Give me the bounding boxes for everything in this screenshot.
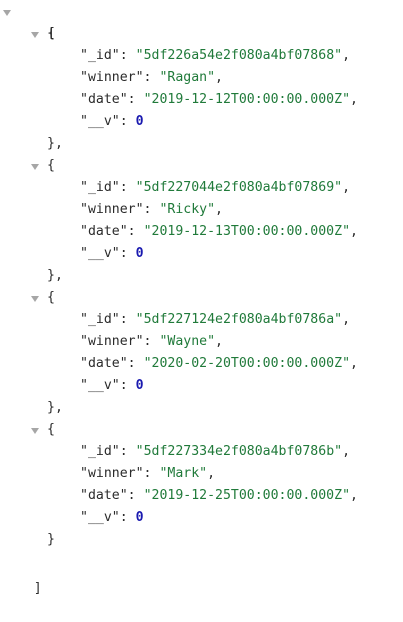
record-field-winner: "winner": "Ricky", <box>80 202 223 217</box>
record-v-value: 0 <box>135 510 144 525</box>
collapse-record-toggle-icon[interactable] <box>31 164 39 170</box>
record-date-value: 2020-02-20T00:00:00.000Z <box>151 356 343 371</box>
record-date-value: 2019-12-12T00:00:00.000Z <box>151 92 343 107</box>
record-id-value: 5df227124e2f080a4bf0786a <box>143 312 335 327</box>
record-winner-value: Ragan <box>167 70 208 85</box>
record-field-winner: "winner": "Ragan", <box>80 70 223 85</box>
record-id-value: 5df227044e2f080a4bf07869 <box>143 180 335 195</box>
root-array-open: [ <box>16 1 56 41</box>
record-field-winner: "winner": "Mark", <box>80 466 216 481</box>
record-date-value: 2019-12-25T00:00:00.000Z <box>151 488 343 503</box>
record-field-v: "__v": 0 <box>80 114 144 129</box>
collapse-root-toggle-icon[interactable] <box>3 10 11 16</box>
record-id-value: 5df227334e2f080a4bf0786b <box>143 444 335 459</box>
record-open: { <box>47 158 55 173</box>
record-close: }, <box>47 268 63 283</box>
record-field-v: "__v": 0 <box>80 246 144 261</box>
record-field-id: "_id": "5df226a54e2f080a4bf07868", <box>80 48 351 63</box>
record-field-date: "date": "2019-12-13T00:00:00.000Z", <box>80 224 358 239</box>
record-open: { <box>47 422 55 437</box>
record-v-value: 0 <box>135 114 144 129</box>
record-date-value: 2019-12-13T00:00:00.000Z <box>151 224 343 239</box>
record-v-value: 0 <box>135 246 144 261</box>
record-field-v: "__v": 0 <box>80 378 144 393</box>
root-array-close: ] <box>2 556 42 596</box>
record-close: }, <box>47 400 63 415</box>
close-bracket: ] <box>33 581 42 596</box>
record-close: } <box>47 532 55 547</box>
record-open: { <box>47 26 55 41</box>
record-close: }, <box>47 136 63 151</box>
record-field-id: "_id": "5df227124e2f080a4bf0786a", <box>80 312 351 327</box>
record-winner-value: Wayne <box>167 334 208 349</box>
json-viewer: [ { "_id": "5df226a54e2f080a4bf07868", "… <box>0 0 403 596</box>
record-field-date: "date": "2019-12-25T00:00:00.000Z", <box>80 488 358 503</box>
record-field-id: "_id": "5df227334e2f080a4bf0786b", <box>80 444 351 459</box>
record-field-v: "__v": 0 <box>80 510 144 525</box>
record-winner-value: Ricky <box>167 202 208 217</box>
record-v-value: 0 <box>135 378 144 393</box>
record-id-value: 5df226a54e2f080a4bf07868 <box>143 48 335 63</box>
record-winner-value: Mark <box>167 466 200 481</box>
collapse-record-toggle-icon[interactable] <box>31 32 39 38</box>
record-field-winner: "winner": "Wayne", <box>80 334 223 349</box>
record-field-date: "date": "2020-02-20T00:00:00.000Z", <box>80 356 358 371</box>
collapse-record-toggle-icon[interactable] <box>31 296 39 302</box>
record-open: { <box>47 290 55 305</box>
record-field-id: "_id": "5df227044e2f080a4bf07869", <box>80 180 351 195</box>
collapse-record-toggle-icon[interactable] <box>31 428 39 434</box>
record-field-date: "date": "2019-12-12T00:00:00.000Z", <box>80 92 358 107</box>
